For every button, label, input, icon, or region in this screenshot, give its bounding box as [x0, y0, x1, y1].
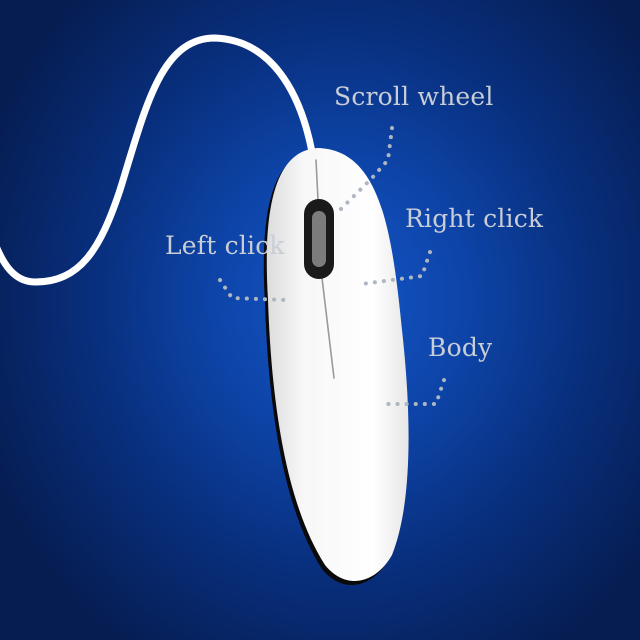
mouse-diagram: Scroll wheel Left click Right click Body	[0, 0, 640, 640]
scroll-wheel-label: Scroll wheel	[334, 82, 494, 111]
mouse-body	[266, 148, 409, 582]
right-click-label: Right click	[405, 204, 544, 233]
mouse-illustration	[0, 34, 446, 586]
scroll-wheel-inner	[312, 211, 326, 267]
body-label: Body	[428, 333, 493, 362]
left-click-label: Left click	[165, 231, 285, 260]
